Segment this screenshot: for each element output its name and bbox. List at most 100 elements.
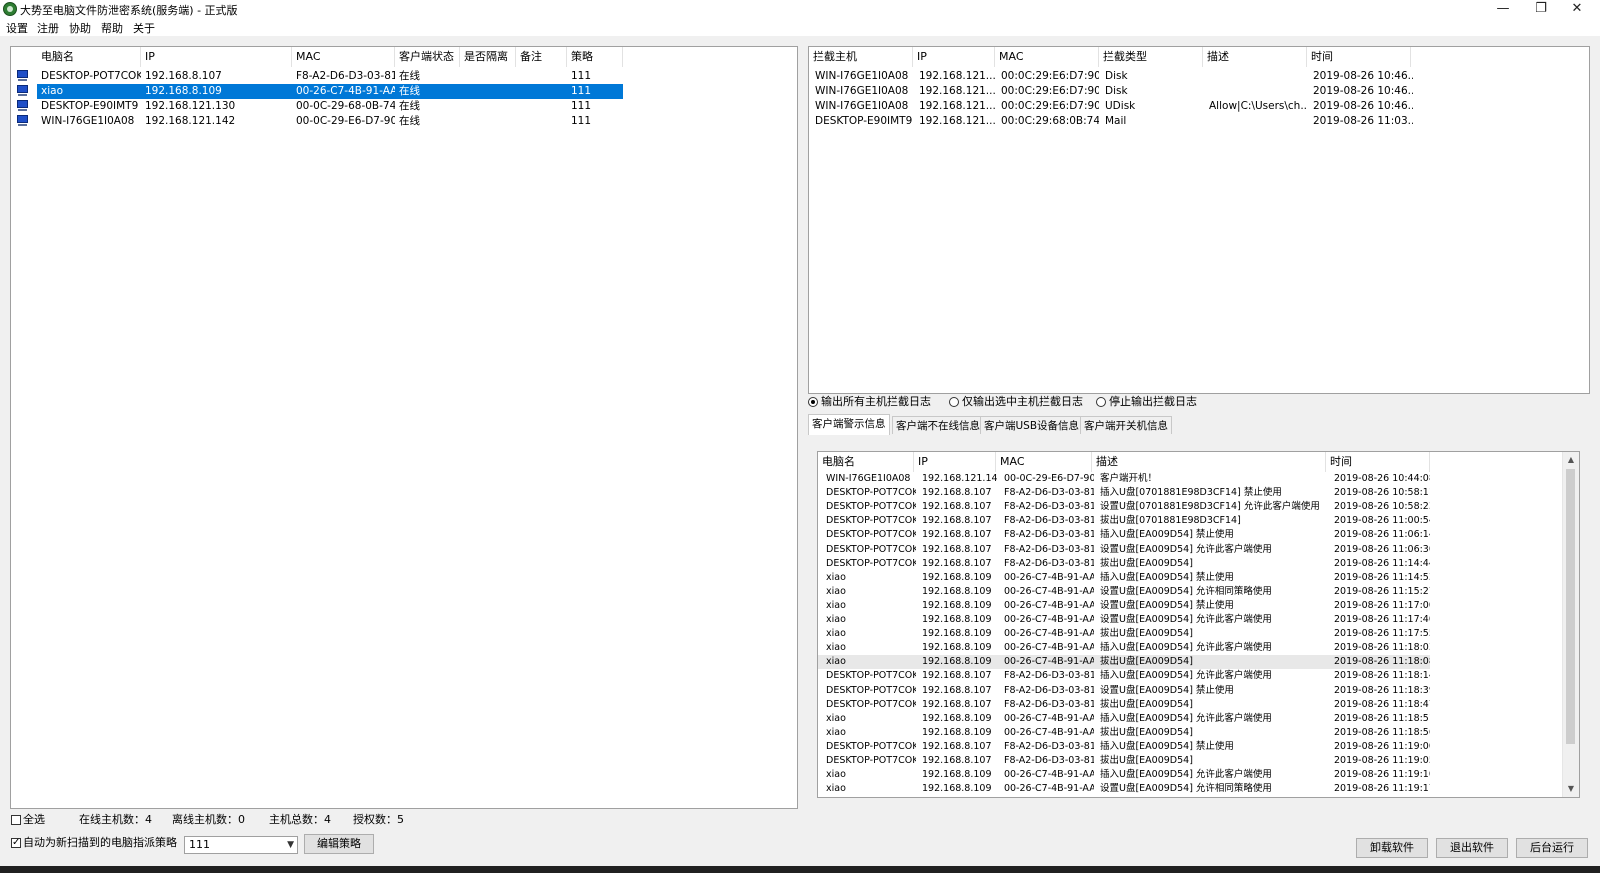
menu-register[interactable]: 注册 — [37, 20, 59, 36]
select-all-checkbox[interactable]: 全选 — [11, 813, 45, 827]
cell-time: 2019-08-26 10:58:11 — [1334, 487, 1430, 499]
cell-status: 在线 — [399, 84, 460, 99]
client-list[interactable]: 电脑名 IP MAC 客户端状态 是否隔离 备注 策略 DESKTOP-POT7… — [10, 46, 798, 809]
cell-name: xiao — [826, 656, 846, 668]
cell-ip: 192.168.8.107 — [922, 670, 992, 682]
scroll-down-arrow-icon[interactable]: ▼ — [1563, 781, 1579, 797]
radio-selected-host-log[interactable]: 仅输出选中主机拦截日志 — [949, 395, 1083, 409]
column-header-mac[interactable]: MAC — [996, 452, 1092, 472]
checkbox-box[interactable] — [11, 836, 21, 850]
intercept-list[interactable]: 拦截主机 IP MAC 拦截类型 描述 时间 WIN-I76GE1I0A08 19… — [808, 46, 1590, 394]
cell-ip: 192.168.8.107 — [922, 515, 992, 527]
cell-ip: 192.168.8.109 — [922, 628, 992, 640]
cell-time: 2019-08-26 11:18:08 — [1334, 656, 1430, 668]
radio-all-hosts-log[interactable]: 输出所有主机拦截日志 — [808, 395, 931, 409]
cell-desc: 设置U盘[EA009D54] 禁止使用 — [1100, 684, 1234, 696]
tab-client-power[interactable]: 客户端开关机信息 — [1080, 416, 1172, 434]
column-header-ip[interactable]: IP — [141, 47, 292, 67]
cell-ip: 192.168.8.109 — [922, 614, 992, 625]
cell-name: xiao — [826, 585, 846, 597]
cell-ip: 192.168.121.142 — [145, 115, 236, 127]
column-header-name[interactable]: 电脑名 — [37, 47, 141, 67]
column-header-note[interactable]: 备注 — [516, 47, 567, 67]
cell-name: DESKTOP-POT7COK — [826, 740, 916, 752]
exit-button[interactable]: 退出软件 — [1436, 838, 1508, 858]
auto-assign-policy-checkbox[interactable]: 自动为新扫描到的电脑指派策略 — [11, 836, 177, 850]
column-header-host[interactable]: 拦截主机 — [809, 47, 913, 67]
column-header-ip[interactable]: IP — [914, 452, 996, 472]
computer-icon — [16, 70, 29, 82]
menu-about[interactable]: 关于 — [133, 20, 155, 36]
cell-mac: F8-A2-D6-D3-03-81 — [1004, 501, 1094, 513]
close-button[interactable]: ✕ — [1554, 0, 1600, 18]
tab-client-offline[interactable]: 客户端不在线信息 — [892, 416, 984, 434]
menu-help[interactable]: 帮助 — [101, 20, 123, 36]
cell-mac: 00-26-C7-4B-91-AA — [1004, 769, 1094, 781]
menu-assist[interactable]: 协助 — [69, 20, 91, 36]
background-run-button[interactable]: 后台运行 — [1516, 838, 1588, 858]
cell-host: DESKTOP-E90IMT9 — [815, 115, 913, 127]
tab-client-alerts[interactable]: 客户端警示信息 — [808, 414, 890, 435]
tab-client-usb[interactable]: 客户端USB设备信息 — [980, 416, 1084, 434]
column-header-ip[interactable]: IP — [913, 47, 995, 67]
column-header-mac[interactable]: MAC — [995, 47, 1099, 67]
cell-desc: 插入U盘[EA009D54] 允许此客户端使用 — [1100, 769, 1272, 781]
cell-time: 2019-08-26 11:19:10 — [1334, 769, 1430, 781]
cell-name: DESKTOP-POT7COK — [826, 684, 916, 696]
chevron-down-icon: ▼ — [287, 840, 294, 850]
cell-desc: 拔出U盘[EA009D54] — [1100, 726, 1193, 738]
cell-isolated — [464, 84, 516, 99]
license-count: 授权数：5 — [353, 813, 404, 826]
column-header-time[interactable]: 时间 — [1326, 452, 1430, 472]
checkbox-box[interactable] — [11, 815, 21, 825]
column-header-isolated[interactable]: 是否隔离 — [460, 47, 516, 67]
cell-time: 2019-08-26 11:00:54 — [1334, 515, 1430, 527]
edit-policy-button[interactable]: 编辑策略 — [304, 834, 374, 854]
cell-ip: 192.168.8.107 — [922, 501, 992, 513]
column-header-type[interactable]: 拦截类型 — [1099, 47, 1203, 67]
cell-mac: F8-A2-D6-D3-03-81 — [1004, 740, 1094, 752]
cell-name: xiao — [826, 571, 846, 583]
menu-settings[interactable]: 设置 — [6, 20, 28, 36]
policy-select[interactable]: 111 ▼ — [184, 836, 298, 854]
cell-desc: 拔出U盘[EA009D54] — [1100, 698, 1193, 710]
column-header-time[interactable]: 时间 — [1307, 47, 1411, 67]
cell-time: 2019-08-26 11:18:03 — [1334, 642, 1430, 654]
cell-desc: 拔出U盘[0701881E98D3CF14] — [1100, 515, 1241, 527]
column-header-name[interactable]: 电脑名 — [818, 452, 914, 472]
radio-dot[interactable] — [949, 397, 959, 407]
cell-name: DESKTOP-POT7COK — [826, 529, 916, 541]
scroll-up-arrow-icon[interactable]: ▲ — [1563, 452, 1579, 468]
cell-time: 2019-08-26 10:46... — [1313, 100, 1413, 112]
scroll-thumb[interactable] — [1566, 469, 1575, 744]
cell-ip: 192.168.121.130 — [145, 100, 236, 112]
cell-ip: 192.168.121.... — [919, 115, 995, 127]
column-header-status[interactable]: 客户端状态 — [395, 47, 460, 67]
cell-mac: F8-A2-D6-D3-03-81 — [1004, 755, 1094, 766]
alert-log-list[interactable]: 电脑名 IP MAC 描述 时间 WIN-I76GE1I0A08 192.168.… — [817, 451, 1580, 798]
radio-dot[interactable] — [808, 397, 818, 407]
radio-stop-log[interactable]: 停止输出拦截日志 — [1096, 395, 1197, 409]
cell-ip: 192.168.8.109 — [922, 726, 992, 738]
cell-desc: 设置U盘[EA009D54] 禁止使用 — [1100, 599, 1234, 611]
cell-name: WIN-I76GE1I0A08 — [41, 115, 135, 127]
app-logo-icon — [3, 2, 17, 16]
computer-icon — [16, 85, 29, 97]
radio-dot[interactable] — [1096, 397, 1106, 407]
cell-ip: 192.168.8.109 — [145, 84, 292, 99]
cell-isolated — [464, 69, 516, 84]
cell-name: DESKTOP-POT7COK — [826, 487, 916, 499]
column-header-desc[interactable]: 描述 — [1203, 47, 1307, 67]
cell-desc: 插入U盘[EA009D54] 允许此客户端使用 — [1100, 670, 1272, 682]
column-header-desc[interactable]: 描述 — [1092, 452, 1326, 472]
column-header-mac[interactable]: MAC — [292, 47, 395, 67]
cell-desc: Allow|C:\Users\ch... — [1209, 100, 1307, 112]
cell-desc: 插入U盘[EA009D54] 禁止使用 — [1100, 740, 1234, 752]
uninstall-button[interactable]: 卸载软件 — [1356, 838, 1428, 858]
cell-mac: F8-A2-D6-D3-03-81 — [1004, 684, 1094, 696]
log-scrollbar[interactable]: ▲ ▼ — [1562, 452, 1579, 797]
cell-mac: 00-26-C7-4B-91-AA — [1004, 628, 1094, 640]
cell-desc — [1209, 84, 1307, 99]
column-header-policy[interactable]: 策略 — [567, 47, 623, 67]
cell-mac: 00-26-C7-4B-91-AA — [1004, 783, 1094, 795]
